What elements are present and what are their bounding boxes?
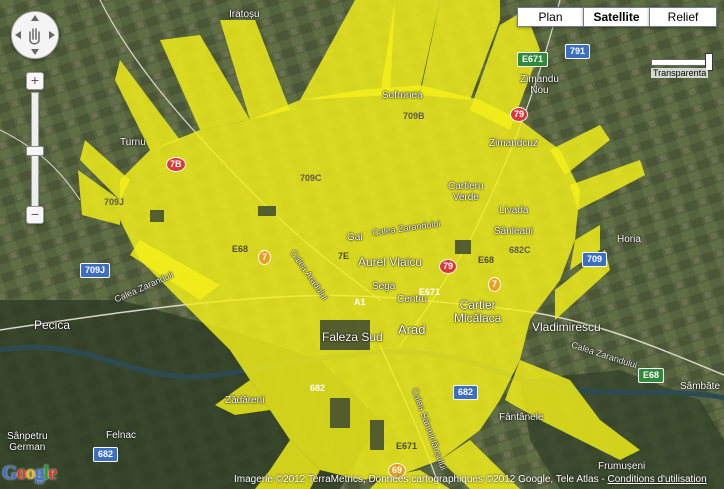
route-shield-682-bottom: 682 — [93, 447, 119, 462]
zoom-in-button[interactable]: + — [26, 72, 44, 90]
coverage-hole — [455, 240, 471, 254]
map-imagery — [0, 0, 724, 489]
place-label-sega: Sega — [372, 281, 396, 292]
route-shield-682-center: 682 — [453, 385, 479, 400]
route-shield-709c: 709C — [300, 173, 322, 183]
place-label-gai: Gai — [347, 232, 363, 243]
route-shield-7b: 7B — [166, 157, 186, 172]
route-shield-79-top: 79 — [510, 107, 529, 122]
route-shield-e68-center: E68 — [478, 255, 495, 265]
route-shield-e671-top: E671 — [517, 52, 549, 67]
place-label-zadareni: Zădăreni — [225, 395, 265, 406]
route-shield-e671-bottom: E671 — [396, 441, 418, 451]
place-label-cartier-micalaca: Cartier Micălaca — [454, 298, 502, 325]
place-label-fantanele: Fântânele — [499, 412, 544, 423]
place-label-iratosu: Iratoșu — [229, 9, 260, 20]
terms-of-use-link[interactable]: Conditions d'utilisation — [607, 474, 706, 485]
transparency-slider[interactable]: Transparenta — [647, 50, 713, 80]
place-label-sambateni: Sâmbăte — [680, 381, 721, 392]
logo-letter: G — [2, 462, 18, 484]
transparency-slider-track[interactable] — [651, 59, 713, 66]
place-label-sofronea: Sofronea — [382, 90, 423, 101]
logo-letter: o — [25, 462, 36, 484]
route-shield-a1: A1 — [354, 297, 366, 307]
place-label-aurel-vlaicu: Aurel Vlaicu — [358, 255, 423, 269]
place-label-felnac: Felnac — [106, 430, 137, 441]
place-label-faleza-sud: Faleza Sud — [322, 330, 383, 344]
place-label-frumuseni: Frumușeni — [598, 461, 646, 472]
google-logo[interactable]: Google — [2, 462, 57, 485]
logo-letter: e — [48, 462, 57, 484]
route-shield-7-left: 7 — [258, 250, 272, 265]
route-shield-682c: 682C — [509, 245, 531, 255]
coverage-hole — [370, 420, 384, 450]
satellite-map[interactable]: Iratoșu Sofronea Zimandu Nou Zimandcuz T… — [0, 0, 724, 489]
route-shield-682-left: 682 — [310, 383, 326, 393]
coverage-hole — [258, 206, 276, 216]
map-type-plan-button[interactable]: Plan — [517, 7, 584, 27]
logo-letter: g — [34, 462, 45, 484]
pan-control[interactable] — [11, 11, 59, 59]
logo-letter: o — [16, 462, 27, 484]
place-label-livada: Livada — [499, 205, 529, 216]
route-shield-7e: 7E — [338, 251, 350, 261]
route-shield-709b: 709B — [403, 111, 425, 121]
place-label-vladimirescu: Vladimirescu — [532, 320, 601, 334]
map-type-relief-button[interactable]: Relief — [649, 7, 717, 27]
route-shield-709-right: 709 — [582, 252, 608, 267]
route-shield-7-right: 7 — [488, 277, 502, 292]
map-type-satellite-button[interactable]: Satellite — [583, 7, 650, 27]
route-shield-791: 791 — [565, 44, 591, 59]
pan-arrows-icon — [15, 15, 55, 55]
transparency-label: Transparenta — [651, 68, 709, 78]
route-shield-e68-right: E68 — [638, 368, 665, 383]
route-shield-709j-a: 709J — [104, 197, 125, 207]
place-label-horia: Horia — [617, 234, 641, 245]
place-label-zimandu-nou: Zimandu Nou — [520, 74, 559, 96]
zoom-slider-thumb[interactable] — [26, 146, 44, 156]
place-label-arad: Arad — [398, 322, 426, 337]
place-label-cartieru-verde: Cartieru Verde — [448, 181, 484, 203]
zoom-out-button[interactable]: − — [26, 206, 44, 224]
route-shield-709j-b: 709J — [80, 263, 111, 278]
coverage-hole — [150, 210, 164, 222]
route-shield-e68-left: E68 — [232, 244, 249, 254]
place-label-sanpetru-german: Sânpetru German — [7, 431, 48, 453]
route-shield-79-center: 79 — [439, 259, 458, 274]
coverage-hole — [330, 398, 350, 428]
map-attribution: Imagerie ©2012 TerraMetrics, Données car… — [234, 474, 707, 485]
place-label-sanleani: Sânleani — [494, 226, 533, 237]
attribution-text: Imagerie ©2012 TerraMetrics, Données car… — [234, 474, 605, 485]
place-label-zimandcuz: Zimandcuz — [489, 138, 538, 149]
place-label-turnu: Turnu — [120, 137, 146, 148]
route-shield-e671-center: E671 — [419, 287, 441, 297]
place-label-pecica: Pecica — [34, 318, 71, 332]
